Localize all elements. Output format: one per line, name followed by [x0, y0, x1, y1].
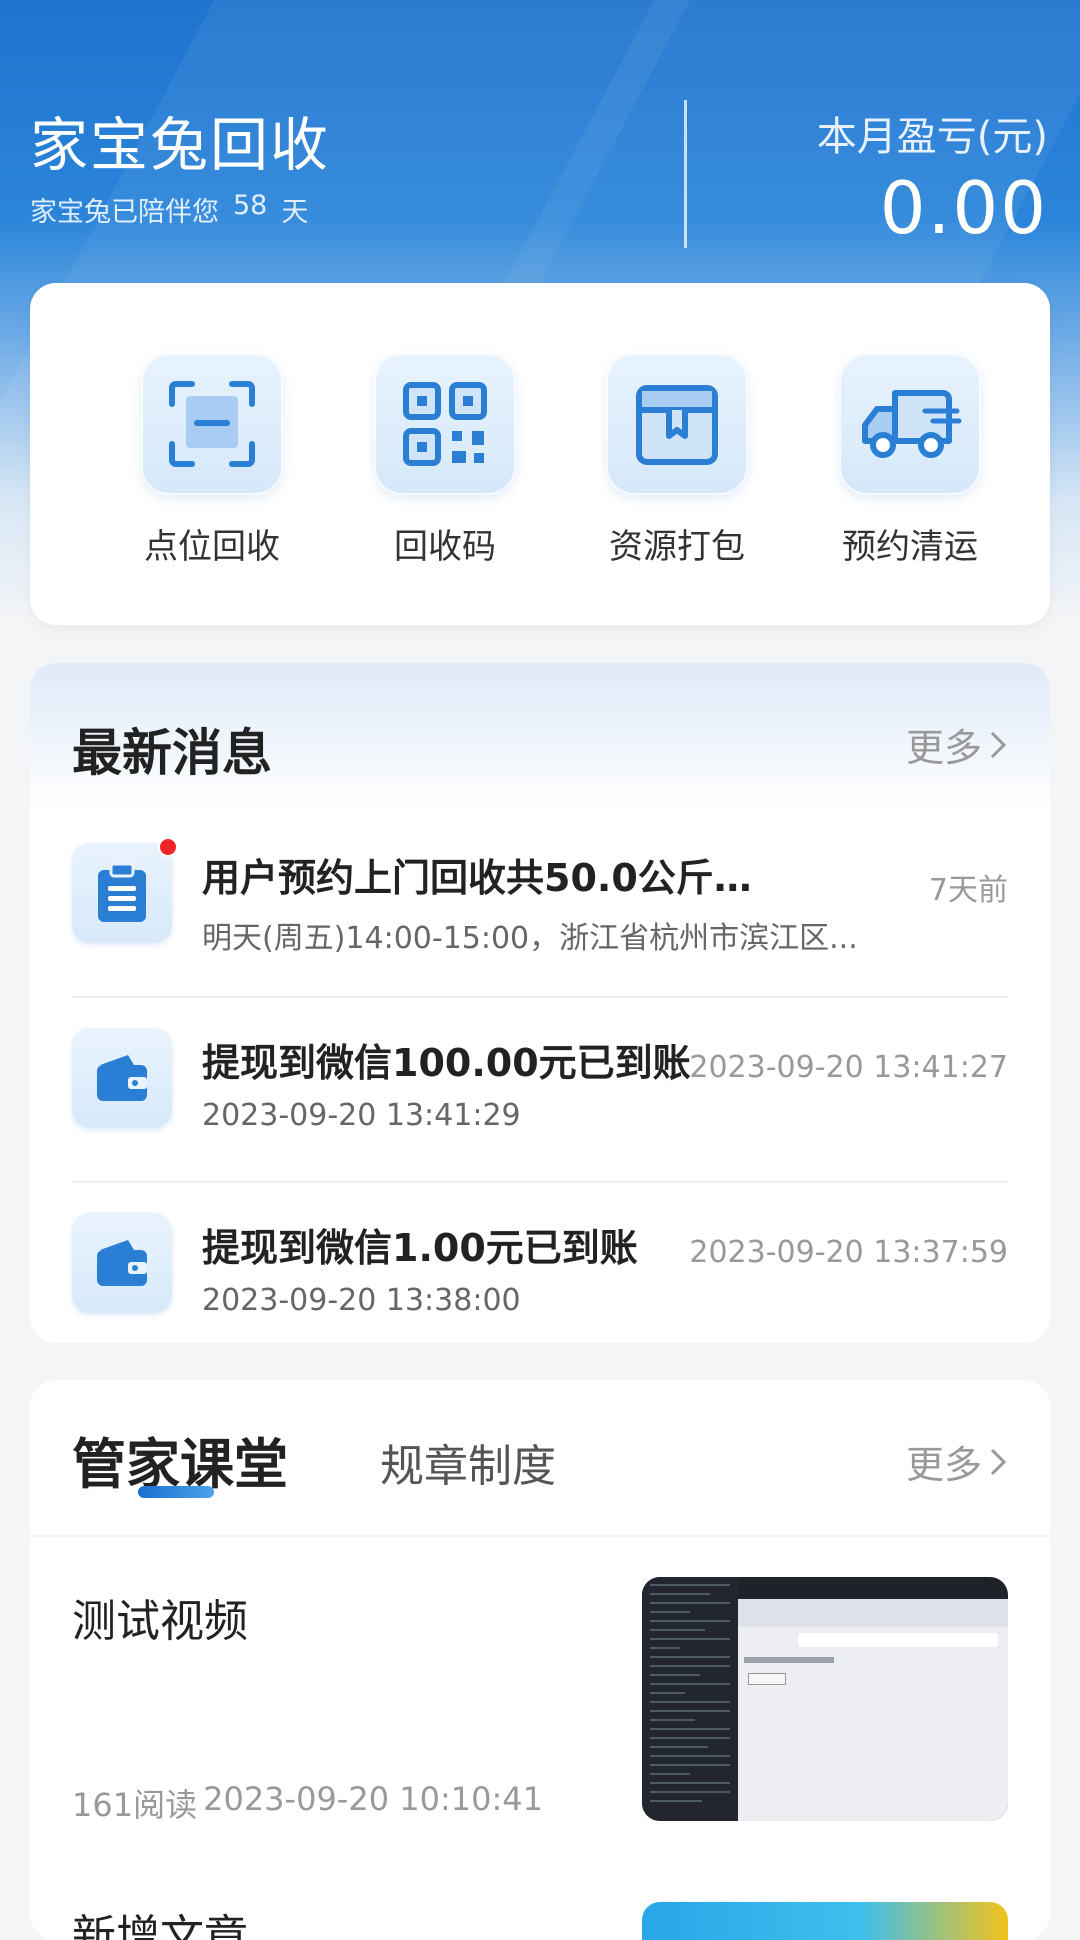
- news-item[interactable]: 提现到微信1.00元已到账 2023-09-20 13:38:00 2023-0…: [30, 1183, 1050, 1343]
- companion-days: 家宝兔已陪伴您 58 天: [30, 190, 308, 229]
- companion-days-count: 58: [233, 190, 268, 221]
- article-title: 测试视频: [72, 1596, 248, 1647]
- news-item-time: 2023-09-20 13:41:27: [689, 1050, 1008, 1085]
- action-recycle-code[interactable]: 回收码: [345, 353, 545, 568]
- action-label: 回收码: [394, 527, 496, 567]
- article-date: 2023-09-20 10:10:41: [203, 1780, 543, 1818]
- wallet-icon: [72, 1213, 172, 1313]
- qr-code-icon: [374, 353, 516, 495]
- package-box-icon: [606, 353, 748, 495]
- companion-prefix: 家宝兔已陪伴您: [30, 197, 219, 228]
- news-item-title: 提现到微信1.00元已到账: [202, 1226, 638, 1270]
- news-item-time: 7天前: [928, 873, 1008, 908]
- action-schedule-pickup[interactable]: 预约清运: [810, 353, 1010, 568]
- monthly-profit-label: 本月盈亏(元): [816, 114, 1048, 160]
- clipboard-icon: [72, 843, 172, 943]
- course-more-link[interactable]: 更多: [906, 1434, 1008, 1489]
- article-thumbnail: [642, 1902, 1008, 1940]
- tab-indicator: [138, 1486, 214, 1498]
- news-item-title: 提现到微信100.00元已到账: [202, 1041, 691, 1085]
- article-title: 新增文章: [72, 1911, 248, 1940]
- quick-actions-card: 点位回收 回收码 资源打包 预约清运: [30, 283, 1050, 625]
- news-item-subtitle: 明天(周五)14:00-15:00，浙江省杭州市滨江区...: [202, 921, 858, 956]
- article-reads: 161阅读: [72, 1786, 198, 1824]
- action-label: 点位回收: [144, 527, 280, 567]
- action-point-recycle[interactable]: 点位回收: [112, 353, 312, 568]
- companion-suffix: 天: [281, 197, 309, 228]
- header-divider: [684, 100, 687, 248]
- news-item[interactable]: 用户预约上门回收共50.0公斤|0... 明天(周五)14:00-15:00，浙…: [30, 813, 1050, 998]
- news-item-subtitle: 2023-09-20 13:41:29: [202, 1098, 521, 1133]
- wallet-icon: [72, 1028, 172, 1128]
- more-label: 更多: [905, 726, 982, 770]
- action-resource-pack[interactable]: 资源打包: [577, 353, 777, 568]
- chevron-right-icon: [990, 731, 1007, 758]
- action-label: 预约清运: [842, 527, 978, 567]
- monthly-profit-value[interactable]: 0.00: [880, 166, 1048, 250]
- latest-news-card: 最新消息 更多 用户预约上门回收共50.0公斤|0... 明天(周五)14:00…: [30, 663, 1050, 1343]
- news-more-link[interactable]: 更多: [906, 717, 1008, 772]
- news-item-title: 用户预约上门回收共50.0公斤|0...: [202, 856, 762, 900]
- chevron-right-icon: [990, 1448, 1007, 1475]
- article-thumbnail: [642, 1577, 1008, 1821]
- news-item-time: 2023-09-20 13:37:59: [689, 1235, 1008, 1270]
- more-label: 更多: [905, 1443, 982, 1487]
- tab-regulations[interactable]: 规章制度: [380, 1430, 556, 1494]
- course-card: 管家课堂 规章制度 更多 测试视频 161阅读 2023-09-20 10:10…: [30, 1380, 1050, 1940]
- action-label: 资源打包: [609, 527, 745, 567]
- code-editor-image: [642, 1577, 738, 1821]
- article-meta: 161阅读 2023-09-20 10:10:41: [72, 1780, 543, 1826]
- scan-icon: [141, 353, 283, 495]
- delivery-truck-icon: [839, 353, 981, 495]
- browser-window-image: [738, 1599, 1008, 1821]
- app-title: 家宝兔回收: [30, 111, 331, 179]
- unread-dot: [158, 837, 178, 857]
- news-item[interactable]: 提现到微信100.00元已到账 2023-09-20 13:41:29 2023…: [30, 998, 1050, 1183]
- divider: [30, 1535, 1050, 1537]
- news-section-title: 最新消息: [72, 724, 272, 782]
- news-item-subtitle: 2023-09-20 13:38:00: [202, 1283, 521, 1318]
